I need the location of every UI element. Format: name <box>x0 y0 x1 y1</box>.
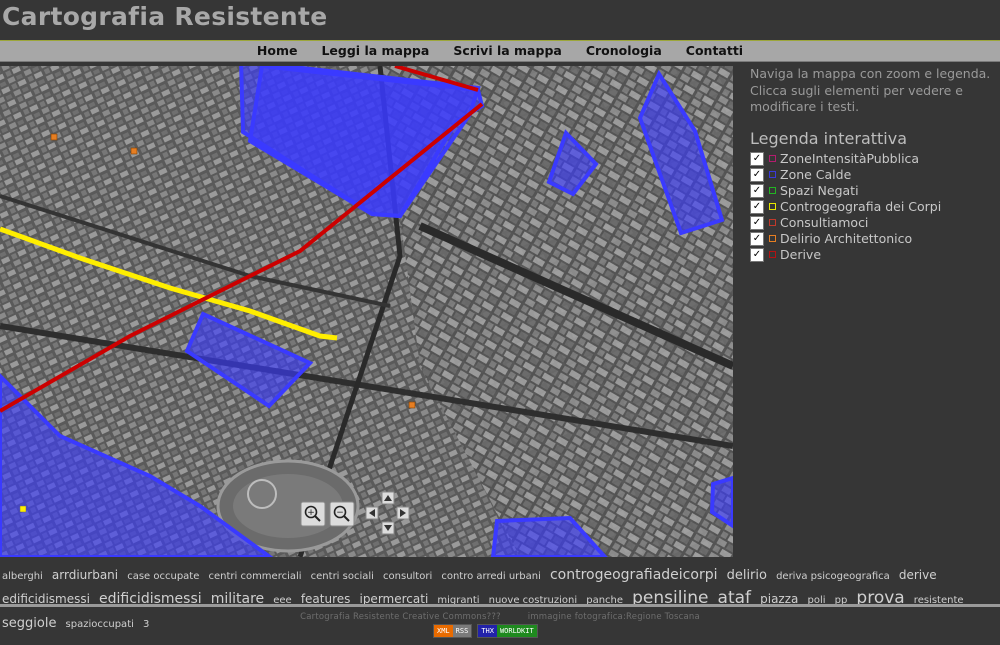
sidebar: Naviga la mappa con zoom e legenda. Clic… <box>750 66 995 263</box>
legend-label: Zone Calde <box>780 167 852 182</box>
footer-divider <box>0 604 1000 607</box>
footer-badges: XML RSS THX WORLDKIT <box>433 624 538 638</box>
tag-link[interactable]: deriva psicogeografica <box>776 571 890 582</box>
legend-swatch-icon <box>769 251 776 258</box>
nav-leggi-la-mappa[interactable]: Leggi la mappa <box>309 41 441 61</box>
pan-left-button[interactable] <box>365 506 379 520</box>
legend-label: Derive <box>780 247 822 262</box>
main-navigation: Home Leggi la mappa Scrivi la mappa Cron… <box>0 40 1000 62</box>
zoom-out-label: − <box>336 508 344 518</box>
nav-scrivi-la-mappa[interactable]: Scrivi la mappa <box>441 41 574 61</box>
legend-item[interactable]: ✓ ZoneIntensitàPubblica <box>750 151 995 167</box>
corpi-marker[interactable] <box>19 505 27 513</box>
legend-checkbox[interactable]: ✓ <box>750 231 764 246</box>
legend-swatch-icon <box>769 219 776 226</box>
tag-link[interactable]: alberghi <box>2 571 43 582</box>
zoom-in-label: + <box>307 508 315 518</box>
legend-item[interactable]: ✓ Spazi Negati <box>750 183 995 199</box>
legend-swatch-icon <box>769 203 776 210</box>
header: Cartografia Resistente <box>0 0 1000 40</box>
legend-swatch-icon <box>769 187 776 194</box>
xml-rss-badge[interactable]: XML RSS <box>433 624 473 638</box>
legend-item[interactable]: ✓ Consultiamoci <box>750 215 995 231</box>
legend-label: Consultiamoci <box>780 215 869 230</box>
nav-cronologia[interactable]: Cronologia <box>574 41 674 61</box>
tag-link[interactable]: centri commerciali <box>208 571 301 582</box>
badge-xml-label: XML <box>434 625 453 637</box>
legend-item[interactable]: ✓ Zone Calde <box>750 167 995 183</box>
zoom-in-button[interactable]: + <box>300 501 326 527</box>
legend-swatch-icon <box>769 235 776 242</box>
legend-checkbox[interactable]: ✓ <box>750 151 764 166</box>
tag-link[interactable]: arrdiurbani <box>52 568 118 582</box>
badge-rss-label: RSS <box>452 625 472 637</box>
worldkit-badge[interactable]: THX WORLDKIT <box>477 624 538 638</box>
pan-down-button[interactable] <box>381 521 395 535</box>
satellite-map[interactable]: + − <box>0 66 733 557</box>
legend-swatch-icon <box>769 155 776 162</box>
legend-title: Legenda interattiva <box>750 128 908 148</box>
delirio-marker[interactable] <box>408 401 416 409</box>
nav-home[interactable]: Home <box>245 41 310 61</box>
pan-up-button[interactable] <box>381 491 395 505</box>
legend-label: Controgeografia dei Corpi <box>780 199 942 214</box>
legend-label: ZoneIntensitàPubblica <box>780 151 920 166</box>
tag-link[interactable]: delirio <box>727 568 767 583</box>
interactive-legend: ✓ ZoneIntensitàPubblica ✓ Zone Calde ✓ Spazi … <box>750 151 995 263</box>
legend-label: Spazi Negati <box>780 183 859 198</box>
legend-checkbox[interactable]: ✓ <box>750 199 764 214</box>
tag-link[interactable]: centri sociali <box>311 571 374 582</box>
zoom-out-button[interactable]: − <box>329 501 355 527</box>
badge-thx-label: THX <box>478 625 497 637</box>
footer-image-credit: immagine fotografica:Regione Toscana <box>527 612 700 622</box>
tag-link[interactable]: derive <box>899 568 937 582</box>
footer-credits: Cartografia Resistente Creative Commons?… <box>0 612 1000 622</box>
legend-swatch-icon <box>769 171 776 178</box>
legend-item[interactable]: ✓ Controgeografia dei Corpi <box>750 199 995 215</box>
map-canvas[interactable]: + − <box>0 66 733 557</box>
legend-checkbox[interactable]: ✓ <box>750 183 764 198</box>
pan-right-button[interactable] <box>396 506 410 520</box>
nav-contatti[interactable]: Contatti <box>674 41 755 61</box>
site-title: Cartografia Resistente <box>2 2 328 31</box>
tag-link[interactable]: controgeografiadeicorpi <box>550 567 718 583</box>
footer-license[interactable]: Cartografia Resistente Creative Commons?… <box>300 612 501 622</box>
legend-checkbox[interactable]: ✓ <box>750 167 764 182</box>
tag-link[interactable]: case occupate <box>127 571 199 582</box>
legend-checkbox[interactable]: ✓ <box>750 247 764 262</box>
legend-item[interactable]: ✓ Derive <box>750 247 995 263</box>
tag-link[interactable]: consultori <box>383 571 432 582</box>
legend-label: Delirio Architettonico <box>780 231 913 246</box>
legend-checkbox[interactable]: ✓ <box>750 215 764 230</box>
legend-item[interactable]: ✓ Delirio Architettonico <box>750 231 995 247</box>
badge-worldkit-label: WORLDKIT <box>496 625 537 637</box>
delirio-marker[interactable] <box>130 147 138 155</box>
tag-link[interactable]: contro arredi urbani <box>441 571 541 582</box>
map-instructions: Naviga la mappa con zoom e legenda. Clic… <box>750 66 991 114</box>
delirio-marker[interactable] <box>50 133 58 141</box>
